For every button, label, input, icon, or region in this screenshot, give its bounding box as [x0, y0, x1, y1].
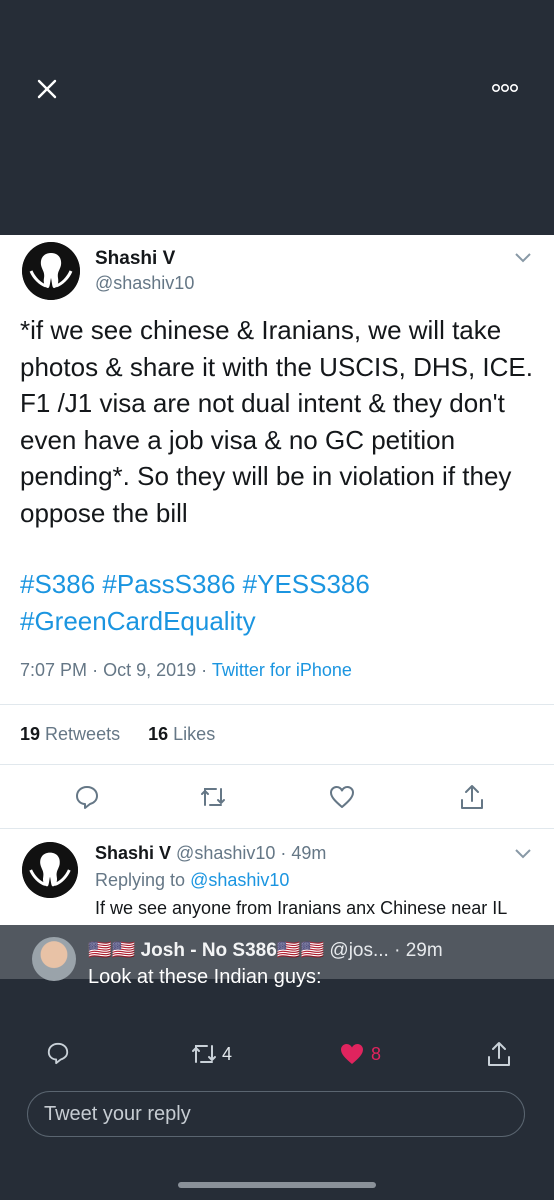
hashtag-link[interactable]: #YESS386 [243, 569, 370, 599]
notification-author: 🇺🇸🇺🇸 Josh - No S386🇺🇸🇺🇸 [88, 940, 325, 961]
chevron-down-icon [515, 849, 531, 859]
notification-reply-button[interactable] [46, 1041, 70, 1070]
reply-header: Shashi V @shashiv10 · 49m [95, 843, 327, 863]
divider [0, 764, 554, 765]
tweet-meta: 7:07 PM · Oct 9, 2019 · Twitter for iPho… [20, 660, 352, 680]
divider [0, 704, 554, 705]
reply-icon [47, 1042, 69, 1065]
home-indicator[interactable] [178, 1182, 376, 1188]
share-icon [461, 785, 483, 809]
notification-header: 🇺🇸🇺🇸 Josh - No S386🇺🇸🇺🇸 @jos... · 29m [88, 938, 443, 962]
notification-share-button[interactable] [486, 1040, 512, 1073]
replying-to: Replying to @shashiv10 [95, 870, 289, 891]
author-handle[interactable]: @shashiv10 [95, 273, 194, 294]
reply-icon [76, 786, 98, 809]
notification-like-count: 8 [371, 1043, 382, 1064]
reply-text: If we see anyone from Iranians anx Chine… [95, 898, 508, 918]
notification-retweet-count: 4 [222, 1043, 233, 1064]
more-horizontal-icon [491, 84, 518, 93]
divider [0, 828, 554, 829]
retweet-button[interactable] [199, 785, 227, 814]
reply-author-name[interactable]: Shashi V [95, 843, 171, 863]
tweet-menu-button[interactable] [514, 250, 532, 269]
tweet-source-link[interactable]: Twitter for iPhone [212, 660, 352, 680]
reply-author-avatar[interactable] [22, 842, 78, 898]
author-name[interactable]: Shashi V [95, 248, 175, 270]
chevron-down-icon [515, 253, 531, 263]
notification-like-button[interactable]: 8 [339, 1042, 381, 1066]
reply-button[interactable] [74, 784, 100, 815]
likes-label: Likes [173, 724, 216, 744]
reply-author-handle[interactable]: @shashiv10 [176, 843, 275, 863]
share-button[interactable] [459, 783, 485, 816]
tweet-text: *if we see chinese & Iranians, we will t… [20, 315, 533, 528]
retweet-icon [192, 1045, 216, 1063]
tweet-stats: 19 Retweets 16 Likes [20, 724, 215, 745]
tweet-hashtags: #S386 #PassS386 #YESS386 #GreenCardEqual… [20, 566, 540, 639]
notification-handle: @jos... [329, 940, 389, 961]
retweets-label: Retweets [45, 724, 121, 744]
top-bar [0, 0, 554, 235]
author-avatar[interactable] [22, 242, 80, 300]
hashtag-link[interactable]: #S386 [20, 569, 95, 599]
retweets-stat[interactable]: 19 Retweets [20, 724, 120, 744]
tweet-time: 7:07 PM [20, 660, 88, 680]
close-button[interactable] [33, 75, 61, 103]
heart-icon [330, 786, 354, 808]
hashtag-link[interactable]: #GreenCardEquality [20, 606, 256, 636]
like-button[interactable] [329, 785, 355, 814]
notification-avatar [32, 937, 76, 981]
replying-to-handle[interactable]: @shashiv10 [190, 870, 289, 890]
close-icon [37, 79, 57, 99]
replying-to-label: Replying to [95, 870, 186, 890]
retweet-icon [201, 788, 225, 806]
more-options-button[interactable] [490, 80, 520, 96]
reply-age: 49m [291, 843, 327, 863]
hashtag-link[interactable]: #PassS386 [102, 569, 235, 599]
notification-retweet-button[interactable]: 4 [190, 1042, 232, 1066]
notification-age: · 29m [394, 940, 443, 961]
likes-stat[interactable]: 16 Likes [148, 724, 215, 744]
tweet-reply-input[interactable]: Tweet your reply [27, 1091, 525, 1137]
retweets-count: 19 [20, 724, 41, 744]
likes-count: 16 [148, 724, 169, 744]
tweet-date: Oct 9, 2019 [103, 660, 197, 680]
heart-filled-icon [341, 1044, 363, 1064]
notification-text: Look at these Indian guys: [88, 966, 322, 988]
reply-menu-button[interactable] [514, 846, 532, 865]
share-icon [488, 1042, 510, 1066]
